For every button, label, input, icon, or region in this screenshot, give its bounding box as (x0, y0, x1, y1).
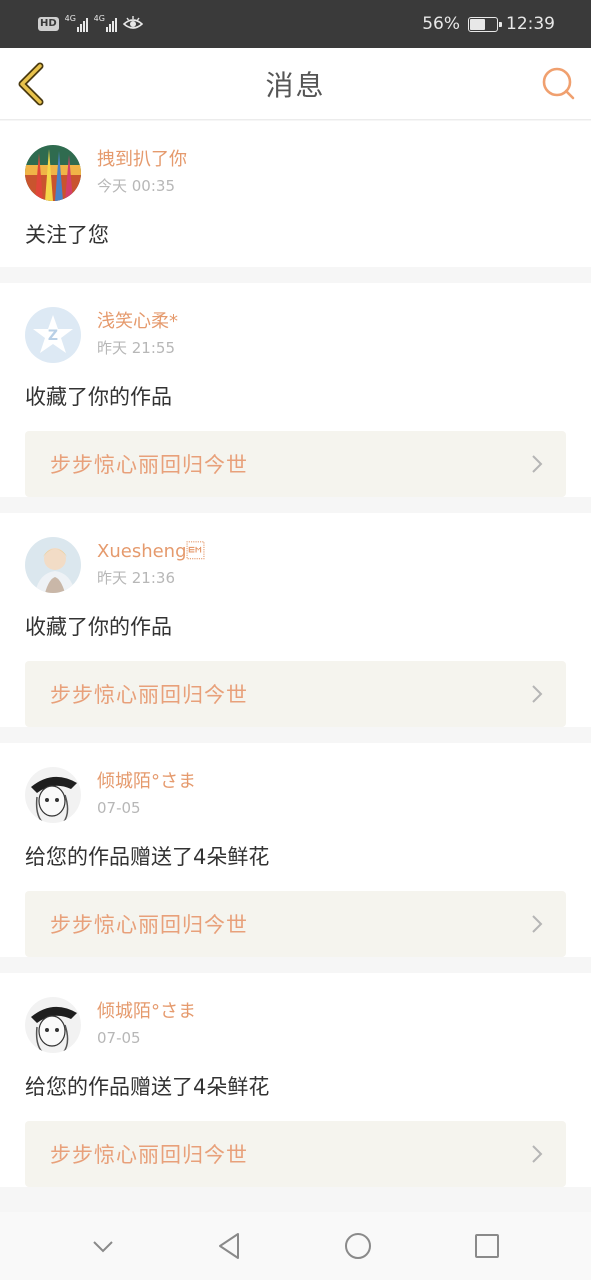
action-text: 给您的作品赠送了4朵鲜花 (25, 845, 270, 869)
work-link[interactable]: 步步惊心丽回归今世 (25, 1121, 566, 1187)
message-card: 倾城陌°さま 07-05 给您的作品赠送了4朵鲜花 步步惊心丽回归今世 (0, 973, 591, 1187)
work-title: 步步惊心丽回归今世 (50, 453, 248, 477)
message-card: Z 浅笑心柔* 昨天 21:55 收藏了你的作品 步步惊心丽回归今世 (0, 283, 591, 497)
message-header: Xuesheng 昨天 21:36 (25, 535, 566, 595)
timestamp: 07-05 (97, 1029, 141, 1047)
square-recents-icon[interactable] (473, 1232, 501, 1260)
message-card: Xuesheng 昨天 21:36 收藏了你的作品 步步惊心丽回归今世 (0, 513, 591, 727)
signal-icon: 4G (64, 14, 88, 32)
message-header: 拽到扒了你 今天 00:35 (25, 143, 566, 203)
action-text: 关注了您 (25, 223, 109, 247)
message-list: 拽到扒了你 今天 00:35 关注了您 Z 浅笑心柔* 昨天 21:55 收藏了… (0, 121, 591, 1203)
avatar[interactable] (25, 145, 81, 201)
timestamp: 昨天 21:55 (97, 339, 175, 357)
battery-percent: 56% (422, 14, 460, 34)
username[interactable]: 倾城陌°さま (97, 770, 196, 794)
work-link[interactable]: 步步惊心丽回归今世 (25, 431, 566, 497)
username[interactable]: 浅笑心柔* (97, 310, 178, 334)
username[interactable]: 倾城陌°さま (97, 1000, 196, 1024)
timestamp: 今天 00:35 (97, 177, 175, 195)
back-button[interactable] (14, 62, 54, 106)
eye-icon (122, 16, 143, 29)
timestamp: 昨天 21:36 (97, 569, 175, 587)
battery-icon (468, 16, 502, 32)
chevron-right-icon (532, 685, 543, 703)
network-type-label: 4G (64, 14, 76, 23)
user-meta: 浅笑心柔* 昨天 21:55 (97, 310, 178, 360)
work-title: 步步惊心丽回归今世 (50, 1143, 248, 1167)
system-nav-bar (0, 1212, 591, 1280)
clock: 12:39 (506, 14, 555, 34)
search-icon (542, 67, 575, 100)
user-meta: 倾城陌°さま 07-05 (97, 1000, 196, 1050)
avatar[interactable] (25, 537, 81, 593)
user-meta: 拽到扒了你 今天 00:35 (97, 148, 187, 198)
chevron-right-icon (532, 1145, 543, 1163)
message-card: 倾城陌°さま 07-05 给您的作品赠送了4朵鲜花 步步惊心丽回归今世 (0, 743, 591, 957)
svg-text:Z: Z (48, 328, 58, 344)
network-type-label-2: 4G (93, 14, 105, 23)
action-text: 收藏了你的作品 (25, 615, 172, 639)
avatar[interactable] (25, 767, 81, 823)
user-meta: Xuesheng 昨天 21:36 (97, 540, 205, 590)
search-button[interactable] (541, 66, 577, 102)
avatar[interactable] (25, 997, 81, 1053)
work-link[interactable]: 步步惊心丽回归今世 (25, 891, 566, 957)
work-title: 步步惊心丽回归今世 (50, 683, 248, 707)
chevron-left-icon (18, 62, 44, 106)
triangle-back-icon[interactable] (216, 1231, 244, 1261)
message-header: 倾城陌°さま 07-05 (25, 995, 566, 1055)
work-title: 步步惊心丽回归今世 (50, 913, 248, 937)
timestamp: 07-05 (97, 799, 141, 817)
user-meta: 倾城陌°さま 07-05 (97, 770, 196, 820)
signal-icon-2: 4G (93, 14, 117, 32)
status-right: 56% 12:39 (422, 14, 555, 34)
app-header: 消息 (0, 48, 591, 120)
page-title: 消息 (265, 68, 326, 102)
username[interactable]: Xuesheng (97, 540, 205, 564)
message-header: Z 浅笑心柔* 昨天 21:55 (25, 305, 566, 365)
action-text: 收藏了你的作品 (25, 385, 172, 409)
chevron-right-icon (532, 455, 543, 473)
status-bar: HD 4G 4G 56% 12:39 (0, 0, 591, 48)
work-link[interactable]: 步步惊心丽回归今世 (25, 661, 566, 727)
avatar[interactable]: Z (25, 307, 81, 363)
message-header: 倾城陌°さま 07-05 (25, 765, 566, 825)
status-left: HD 4G 4G (38, 14, 143, 32)
hd-badge: HD (38, 17, 59, 31)
message-card: 拽到扒了你 今天 00:35 关注了您 (0, 121, 591, 267)
chevron-down-icon[interactable] (90, 1233, 116, 1259)
circle-home-icon[interactable] (343, 1231, 373, 1261)
username[interactable]: 拽到扒了你 (97, 148, 187, 172)
action-text: 给您的作品赠送了4朵鲜花 (25, 1075, 270, 1099)
chevron-right-icon (532, 915, 543, 933)
